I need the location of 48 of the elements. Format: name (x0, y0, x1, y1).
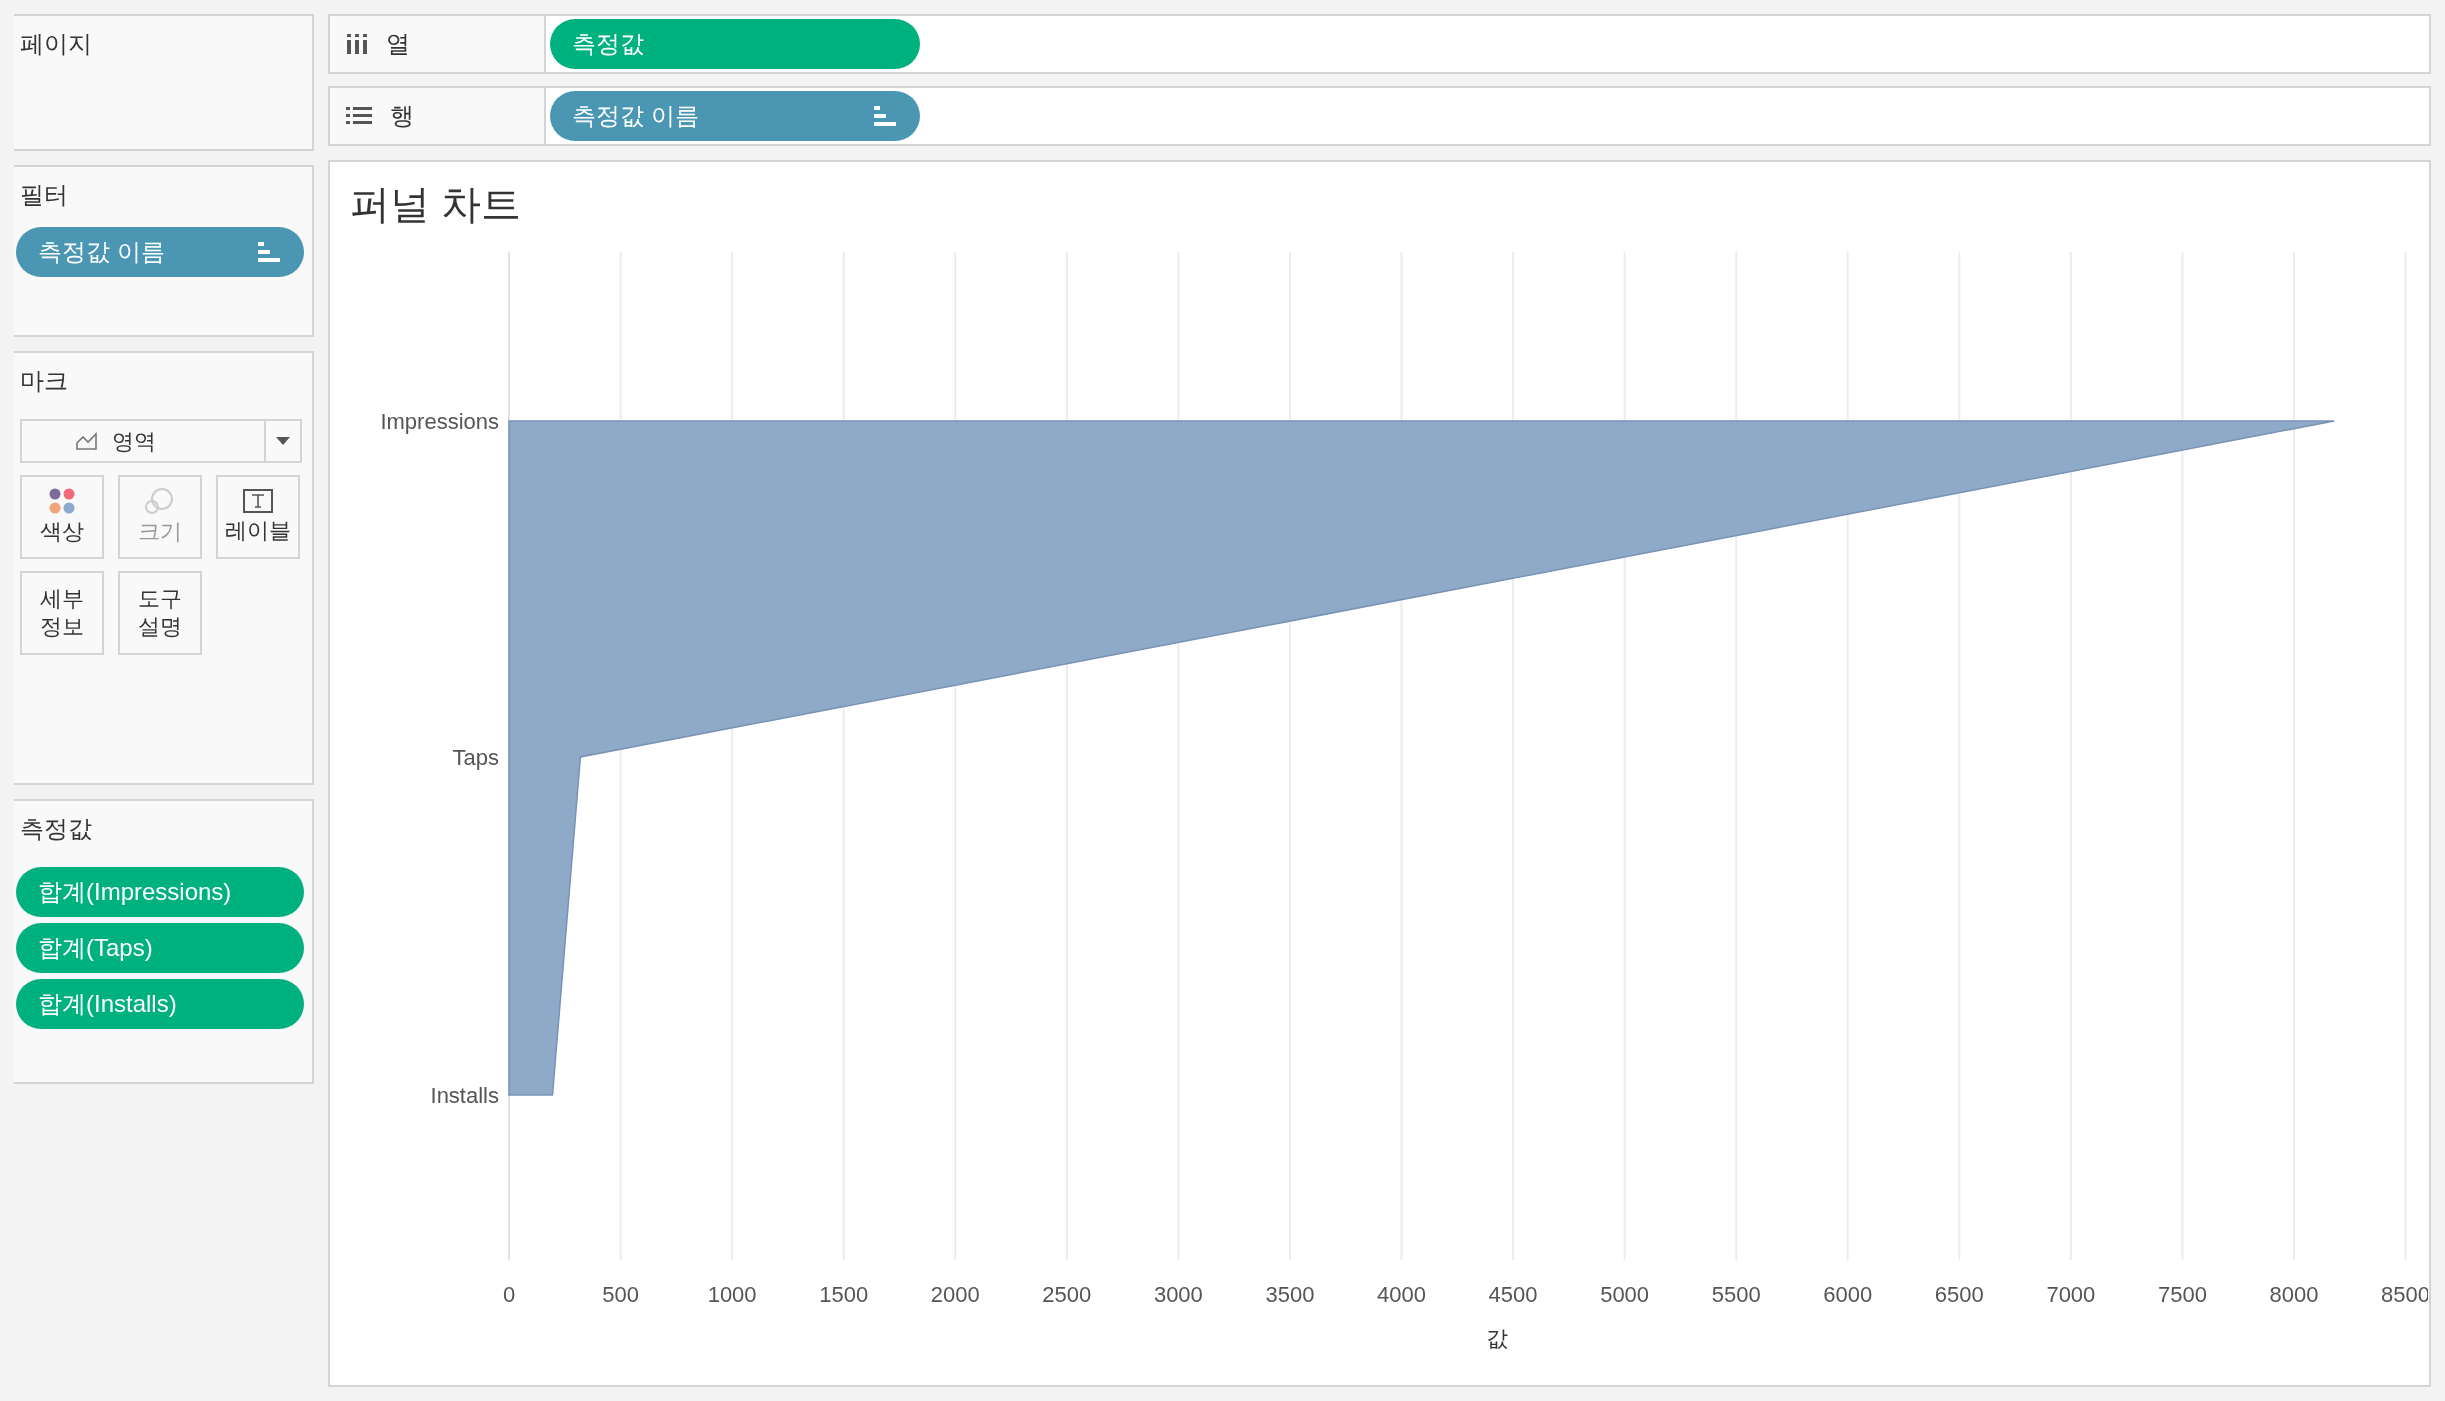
chart-title: 퍼널 차트 (349, 181, 523, 228)
axis-title: 값 (1486, 1326, 1509, 1351)
text-icon (243, 489, 273, 513)
axis-tick-label: 2000 (930, 1282, 980, 1307)
circles-icon (145, 488, 175, 514)
field-pill[interactable]: 합계(Taps) (16, 923, 304, 973)
mark-type-dropdown[interactable]: 영역 (20, 419, 302, 463)
card-title: 페이지 (19, 29, 93, 59)
category-label: Taps (452, 745, 499, 770)
columns-icon (346, 34, 368, 54)
axis-tick-label: 0 (502, 1282, 516, 1307)
axis-tick-label: 8000 (2269, 1282, 2319, 1307)
field-pill[interactable]: 합계(Impressions) (16, 867, 304, 917)
card-title: 마크 (20, 366, 69, 396)
color-dots-icon (49, 488, 75, 514)
field-pill[interactable]: 합계(Installs) (16, 979, 304, 1029)
sort-icon (258, 242, 280, 262)
category-label: Installs (430, 1083, 499, 1108)
area-chart-icon (76, 432, 98, 450)
sort-icon (874, 106, 896, 126)
shelf-label: 행 (390, 101, 414, 131)
axis-tick-label: 2500 (1042, 1282, 1092, 1307)
axis-tick-label: 3000 (1153, 1282, 1203, 1307)
field-pill[interactable]: 측정값 (550, 19, 920, 69)
mark-card-button[interactable]: 세부 정보 (20, 571, 104, 655)
axis-tick-label: 6000 (1823, 1282, 1873, 1307)
axis-tick-label: 4500 (1488, 1282, 1538, 1307)
axis-tick-label: 3500 (1265, 1282, 1315, 1307)
axis-tick-label: 6500 (1934, 1282, 1984, 1307)
field-pill[interactable]: 측정값 이름 (16, 227, 304, 277)
mark-card-button[interactable]: 색상 (20, 475, 104, 559)
axis-tick-label: 7500 (2157, 1282, 2207, 1307)
shelf-label: 열 (386, 29, 410, 59)
field-pill[interactable]: 측정값 이름 (550, 91, 920, 141)
card-title: 측정값 (19, 814, 93, 844)
list-icon (346, 107, 372, 125)
mark-card-button[interactable]: 레이블 (216, 475, 300, 559)
axis-tick-label: 1000 (707, 1282, 757, 1307)
axis-tick-label: 500 (602, 1282, 639, 1307)
card-title: 필터 (19, 180, 69, 210)
axis-tick-label: 5000 (1600, 1282, 1650, 1307)
axis-tick-label: 5500 (1711, 1282, 1761, 1307)
axis-tick-label: 4000 (1377, 1282, 1426, 1307)
axis-tick-label: 1500 (819, 1282, 869, 1307)
axis-tick-label: 7000 (2046, 1282, 2096, 1307)
mark-card-button[interactable]: 도구 설명 (118, 571, 202, 655)
caret-icon (276, 437, 290, 445)
category-label: Impressions (380, 409, 499, 434)
